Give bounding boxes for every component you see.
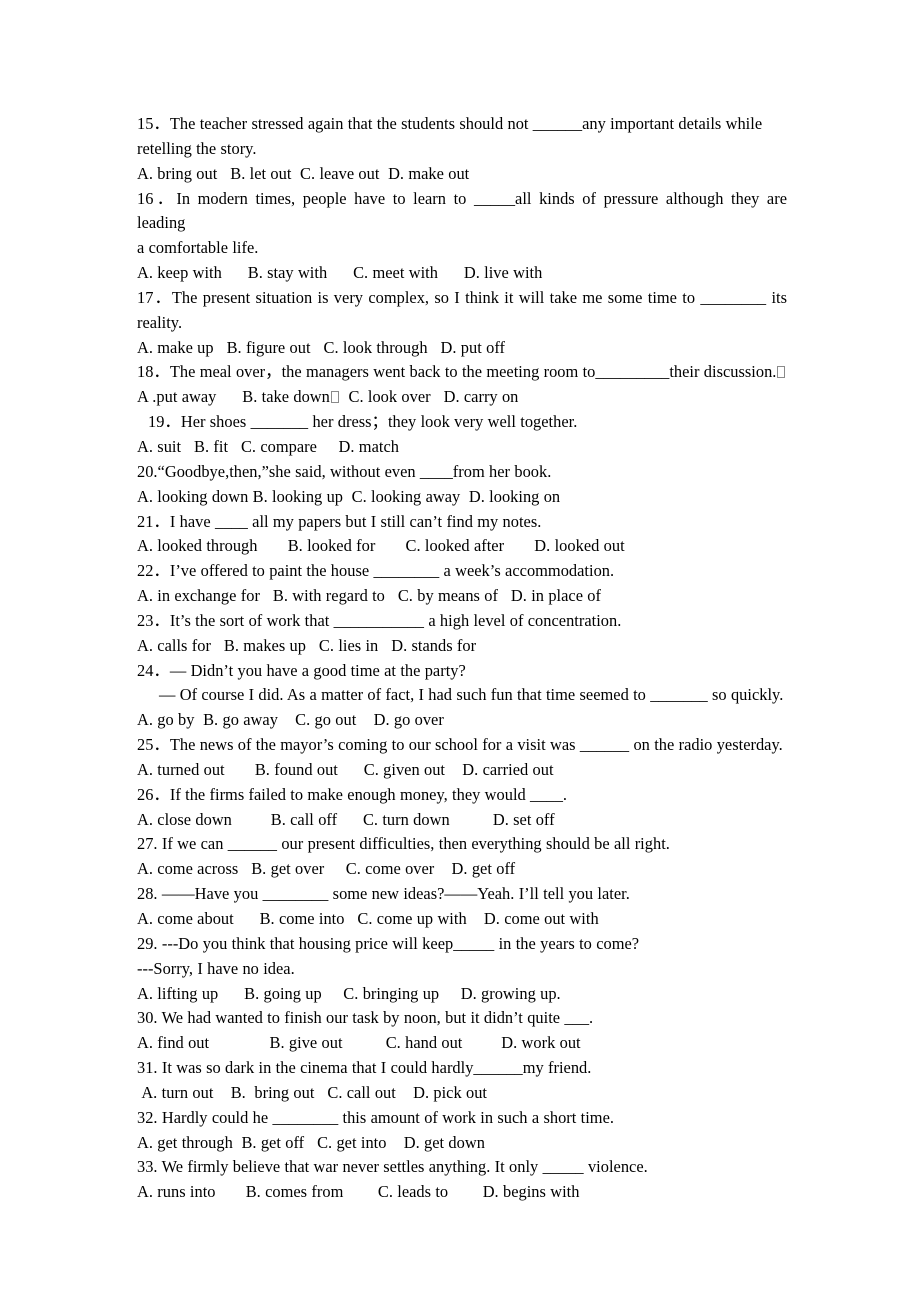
- question-20-options: A. looking down B. looking up C. looking…: [137, 486, 561, 506]
- question-18-stem-text: 18．The meal over，the managers went back …: [137, 362, 777, 382]
- question-17-options: A. make up B. figure out C. look through…: [137, 337, 505, 357]
- question-15-stem: 15．The teacher stressed again that the s…: [137, 114, 763, 133]
- question-16-options: A. keep with B. stay with C. meet with D…: [137, 263, 543, 283]
- question-31-options: A. turn out B. bring out C. call out D. …: [137, 1082, 488, 1102]
- question-29-stem-continued: ---Sorry, I have no idea.: [137, 958, 295, 978]
- question-23-stem: 23．It’s the sort of work that __________…: [137, 610, 622, 630]
- question-18-options-part-a: A .put away B. take down: [137, 387, 330, 407]
- tofu-box-icon: [330, 391, 339, 404]
- question-18-stem: 18．The meal over，the managers went back …: [137, 360, 787, 385]
- question-21-stem: 21．I have ____ all my papers but I still…: [137, 511, 542, 531]
- question-32-stem: 32. Hardly could he ________ this amount…: [137, 1107, 614, 1127]
- question-26-options: A. close down B. call off C. turn down D…: [137, 809, 555, 829]
- question-25-stem: 25．The news of the mayor’s coming to our…: [137, 735, 783, 755]
- question-18-options-part-b: C. look over D. carry on: [339, 387, 519, 407]
- question-24-stem: 24．— Didn’t you have a good time at the …: [137, 660, 466, 680]
- question-30-stem: 30. We had wanted to finish our task by …: [137, 1008, 594, 1028]
- question-26-stem: 26．If the firms failed to make enough mo…: [137, 784, 568, 804]
- question-21-options: A. looked through B. looked for C. looke…: [137, 536, 625, 556]
- question-30-options: A. find out B. give out C. hand out D. w…: [137, 1033, 581, 1053]
- question-15-stem-continued: retelling the story.: [137, 138, 257, 158]
- question-33-options: A. runs into B. comes from C. leads to D…: [137, 1182, 580, 1202]
- question-23-options: A. calls for B. makes up C. lies in D. s…: [137, 635, 477, 655]
- question-29-stem: 29. ---Do you think that housing price w…: [137, 933, 640, 953]
- question-28-stem: 28. ——Have you ________ some new ideas?—…: [137, 884, 630, 904]
- question-29-options: A. lifting up B. going up C. bringing up…: [137, 983, 561, 1003]
- question-19-options: A. suit B. fit C. compare D. match: [137, 436, 399, 456]
- question-31-stem: 31. It was so dark in the cinema that I …: [137, 1058, 592, 1078]
- question-25-options: A. turned out B. found out C. given out …: [137, 759, 554, 779]
- question-list: 15．The teacher stressed again that the s…: [137, 112, 787, 1205]
- question-28-options: A. come about B. come into C. come up wi…: [137, 909, 599, 928]
- question-16-stem-continued: a comfortable life.: [137, 238, 259, 258]
- question-17-stem-continued: reality.: [137, 312, 183, 332]
- tofu-box-icon: [777, 366, 786, 379]
- question-18-options: A .put away B. take down C. look over D.…: [137, 385, 787, 410]
- question-33-stem: 33. We firmly believe that war never set…: [137, 1157, 648, 1177]
- question-24-options: A. go by B. go away C. go out D. go over: [137, 710, 444, 730]
- question-27-options: A. come across B. get over C. come over …: [137, 859, 516, 879]
- question-27-stem: 27. If we can ______ our present difficu…: [137, 834, 670, 854]
- question-22-options: A. in exchange for B. with regard to C. …: [137, 586, 602, 606]
- question-20-stem: 20.“Goodbye,then,”she said, without even…: [137, 461, 552, 481]
- question-17-stem: 17．The present situation is very complex…: [137, 287, 787, 307]
- question-24-stem-continued: — Of course I did. As a matter of fact, …: [159, 685, 784, 705]
- question-22-stem: 22．I’ve offered to paint the house _____…: [137, 561, 615, 581]
- question-19-stem: 19．Her shoes _______ her dress；they look…: [148, 412, 578, 432]
- question-32-options: A. get through B. get off C. get into D.…: [137, 1132, 485, 1152]
- question-16-stem: 16．In modern times, people have to learn…: [137, 188, 792, 233]
- question-15-options: A. bring out B. let out C. leave out D. …: [137, 163, 470, 183]
- document-page: 15．The teacher stressed again that the s…: [0, 0, 920, 1302]
